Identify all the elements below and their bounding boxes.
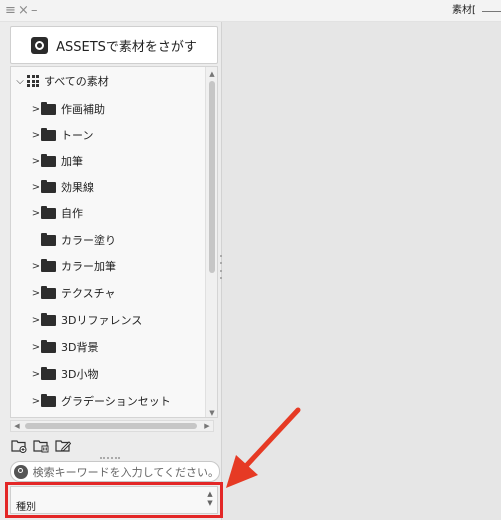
tree-item-label: 3Dリファレンス — [61, 314, 143, 327]
tree-item[interactable]: > 作画補助 — [31, 96, 105, 122]
tree-item-label: トーン — [61, 129, 94, 142]
search-input[interactable]: 検索キーワードを入力してください。 — [10, 461, 220, 482]
assets-button-label: ASSETSで素材をさがす — [56, 39, 197, 55]
search-icon — [14, 464, 28, 479]
chevron-right-icon[interactable]: > — [31, 130, 41, 141]
panel-titlebar: ≡ × – 素材[ — [0, 0, 501, 22]
chevron-right-icon[interactable]: > — [31, 156, 41, 167]
scroll-right-icon[interactable]: ▶ — [201, 421, 213, 431]
scroll-up-icon[interactable]: ▲ — [206, 68, 217, 80]
tree-item-label: 3D小物 — [61, 368, 99, 381]
panel-title: 素材[ — [452, 5, 476, 16]
tree-item-label: 加筆 — [61, 155, 83, 168]
tree-item[interactable]: > テクスチャ — [31, 280, 116, 306]
tree-item-label: 3D背景 — [61, 341, 99, 354]
folder-icon — [41, 205, 56, 219]
tree-item[interactable]: > カラー加筆 — [31, 253, 116, 279]
tree-item[interactable]: > トーン — [31, 122, 93, 148]
tree-horizontal-scrollbar[interactable]: ◀ ▶ — [10, 420, 214, 432]
folder-icon — [41, 179, 56, 193]
tree-item[interactable]: > 3D背景 — [31, 334, 98, 360]
scroll-left-icon[interactable]: ◀ — [11, 421, 23, 431]
menu-icon[interactable]: ≡ — [5, 3, 16, 19]
folder-icon — [41, 101, 56, 115]
chevron-right-icon[interactable]: > — [31, 342, 41, 353]
tree-item[interactable]: > 加筆 — [31, 148, 83, 174]
tree-vertical-scrollbar[interactable]: ▲ ▼ — [205, 67, 217, 417]
new-folder-icon[interactable] — [11, 438, 27, 453]
tree-item-label: すべての素材 — [44, 75, 109, 88]
chevron-right-icon[interactable]: > — [31, 208, 41, 219]
material-content-area — [222, 22, 501, 520]
tree-item[interactable]: > 3D小物 — [31, 361, 98, 387]
folder-icon — [41, 285, 56, 299]
panel-resize-gripper[interactable] — [100, 457, 120, 459]
tree-item-label: 作画補助 — [61, 103, 105, 116]
chevron-right-icon[interactable]: > — [31, 104, 41, 115]
highlight-box — [5, 482, 223, 518]
folder-icon — [41, 127, 56, 141]
tree-item[interactable]: > グラデーションセット — [31, 388, 171, 414]
folder-icon — [41, 393, 56, 407]
tree-item[interactable]: > 自作 — [31, 200, 83, 226]
scroll-thumb[interactable] — [25, 423, 197, 429]
tree-item[interactable]: カラー塗り — [31, 227, 116, 253]
chevron-right-icon[interactable]: > — [31, 288, 41, 299]
delete-folder-icon[interactable] — [33, 438, 49, 453]
folder-icon — [41, 366, 56, 380]
title-divider — [482, 11, 501, 12]
chevron-right-icon[interactable]: > — [31, 396, 41, 407]
folder-icon — [41, 339, 56, 353]
tree-item-label: 自作 — [61, 207, 83, 220]
folder-icon — [41, 258, 56, 272]
scroll-down-icon[interactable]: ▼ — [206, 407, 217, 417]
chevron-right-icon[interactable]: > — [31, 261, 41, 272]
chevron-right-icon[interactable]: > — [31, 182, 41, 193]
panel-splitter[interactable] — [219, 255, 222, 279]
tree-item[interactable]: > 効果線 — [31, 174, 94, 200]
tree-item-label: 効果線 — [61, 181, 94, 194]
all-materials-icon — [27, 75, 39, 87]
tree-item-label: カラー加筆 — [61, 260, 116, 273]
chevron-down-icon[interactable]: ⌵ — [15, 76, 25, 87]
tree-root-item[interactable]: ⌵ すべての素材 — [15, 68, 109, 94]
folder-icon — [41, 232, 56, 246]
minimize-icon[interactable]: – — [31, 3, 38, 19]
tree-item-label: グラデーションセット — [61, 395, 171, 408]
folder-icon — [41, 312, 56, 326]
tree-item-label: テクスチャ — [61, 287, 116, 300]
scroll-thumb[interactable] — [209, 81, 215, 273]
assets-logo-icon — [31, 36, 49, 54]
tree-item[interactable]: > 3Dリファレンス — [31, 307, 142, 333]
edit-folder-icon[interactable] — [55, 438, 71, 453]
folder-icon — [41, 153, 56, 167]
chevron-right-icon[interactable]: > — [31, 369, 41, 380]
tree-item-label: カラー塗り — [61, 234, 116, 247]
assets-search-button[interactable]: ASSETSで素材をさがす — [10, 26, 218, 64]
material-tree: ⌵ すべての素材 > 作画補助 > トーン > 加筆 > 効果線 > 自作 カラ… — [10, 66, 218, 418]
chevron-right-icon[interactable]: > — [31, 315, 41, 326]
close-icon[interactable]: × — [18, 3, 29, 19]
search-placeholder: 検索キーワードを入力してください。 — [32, 465, 219, 479]
